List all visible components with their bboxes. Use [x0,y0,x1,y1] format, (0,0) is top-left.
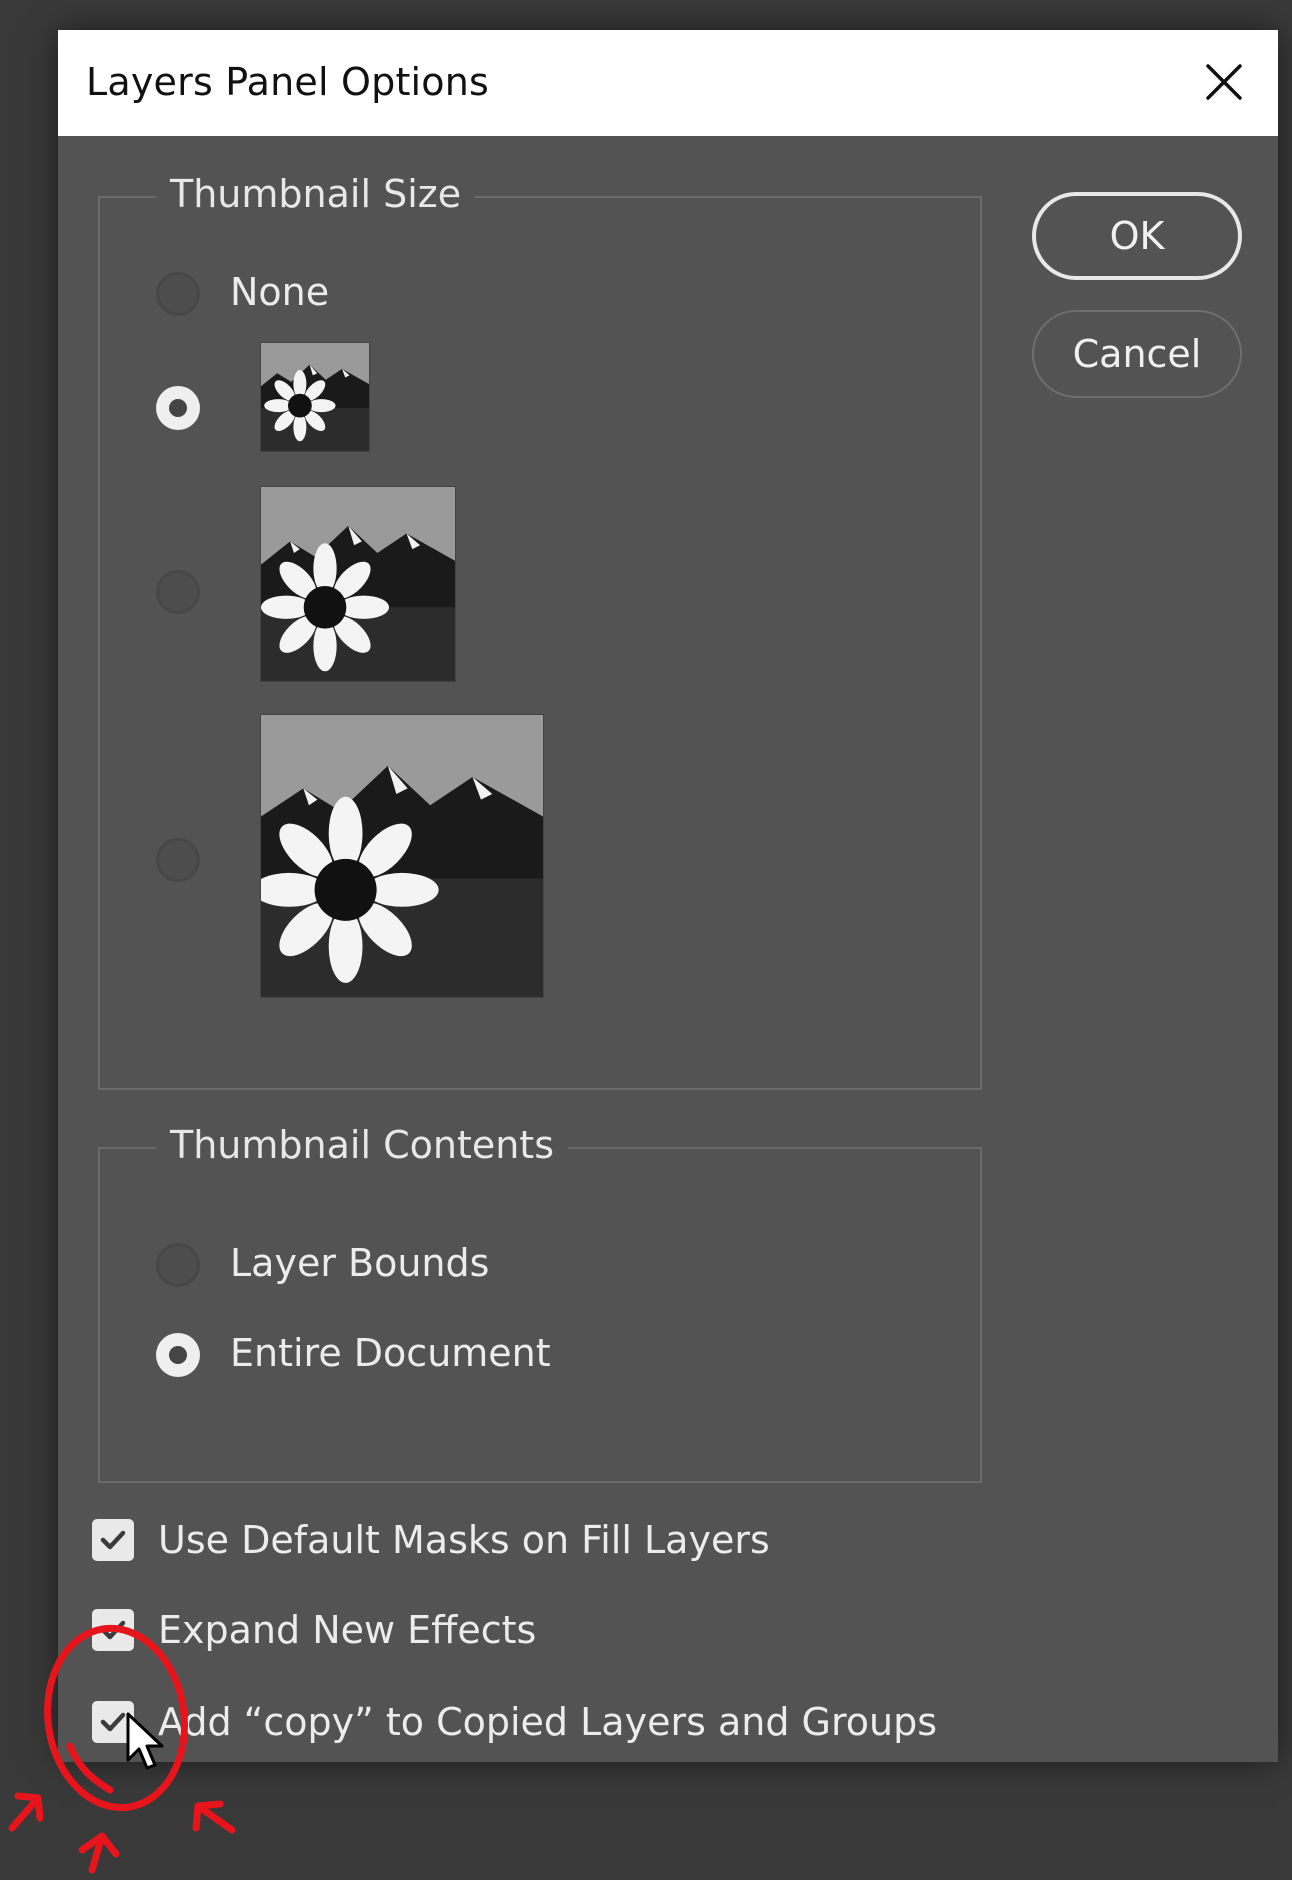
checkbox-default-masks-label: Use Default Masks on Fill Layers [158,1518,770,1562]
thumbnail-size-group: Thumbnail Size None [98,172,982,1090]
radio-thumbnail-none-label: None [230,270,330,314]
cancel-button[interactable]: Cancel [1032,310,1242,398]
thumbnail-contents-label: Thumbnail Contents [156,1123,569,1167]
layers-panel-options-dialog: Layers Panel Options Thumbnail Size None [58,30,1278,1762]
radio-entire-document-label: Entire Document [230,1331,551,1375]
mouse-cursor-icon [126,1712,164,1770]
radio-thumbnail-none[interactable] [156,272,200,316]
thumbnail-size-label: Thumbnail Size [156,172,476,216]
checkbox-row-add-copy: Add “copy” to Copied Layers and Groups [92,1697,937,1747]
close-x-icon[interactable] [1196,54,1252,110]
radio-thumbnail-large[interactable] [156,838,200,882]
thumbnail-medium-image[interactable] [260,486,456,682]
checkbox-expand-effects-label: Expand New Effects [158,1608,537,1652]
thumbnail-contents-group: Thumbnail Contents Layer Bounds Entire D… [98,1123,982,1483]
checkbox-row-expand-effects: Expand New Effects [92,1605,536,1655]
checkbox-row-default-masks: Use Default Masks on Fill Layers [92,1515,770,1565]
ok-button[interactable]: OK [1032,192,1242,280]
checkbox-expand-effects[interactable] [92,1609,134,1651]
dialog-title: Layers Panel Options [86,60,490,104]
thumbnail-small-image[interactable] [260,342,370,452]
thumbnail-large-image[interactable] [260,714,544,998]
radio-thumbnail-medium[interactable] [156,570,200,614]
checkmark-icon [100,1530,126,1550]
checkbox-add-copy-label: Add “copy” to Copied Layers and Groups [158,1700,937,1744]
radio-entire-document[interactable] [156,1333,200,1377]
radio-layer-bounds-label: Layer Bounds [230,1241,490,1285]
checkbox-default-masks[interactable] [92,1519,134,1561]
radio-thumbnail-small[interactable] [156,386,200,430]
radio-layer-bounds[interactable] [156,1243,200,1287]
checkmark-icon [100,1620,126,1640]
dialog-titlebar: Layers Panel Options [58,30,1278,136]
